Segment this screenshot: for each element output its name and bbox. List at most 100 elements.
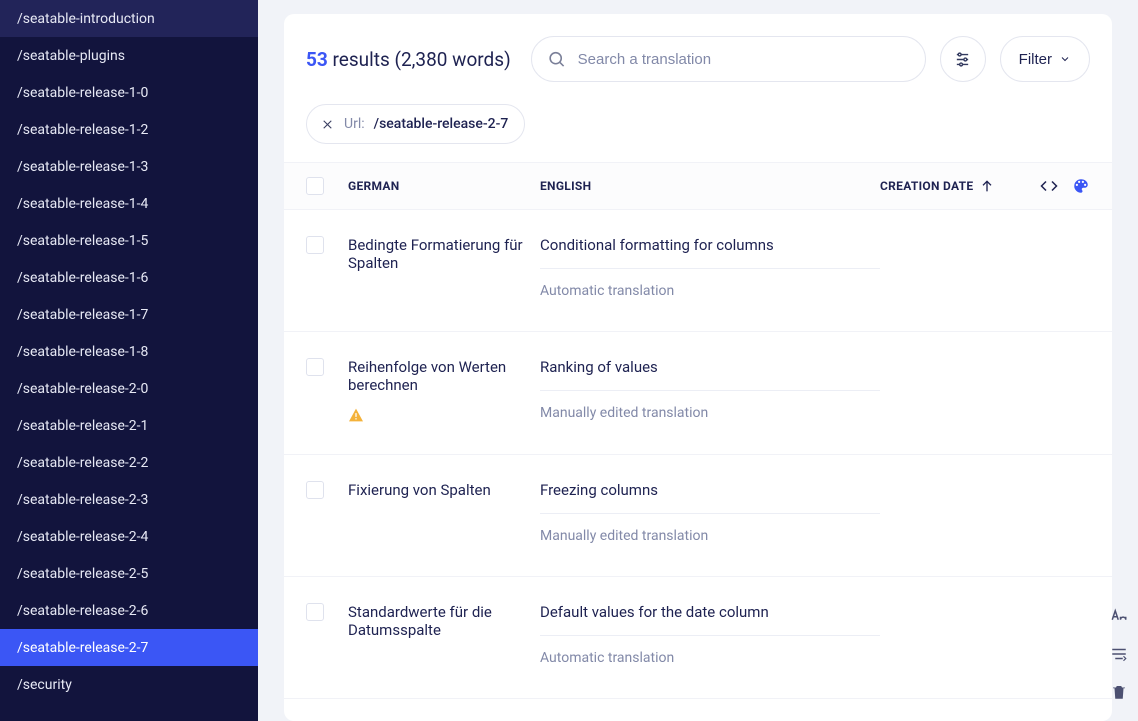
main: 53 results (2,380 words) Filter: [258, 0, 1138, 721]
table-header: GERMAN ENGLISH CREATION DATE: [284, 162, 1112, 210]
target-text: Conditional formatting for columns: [540, 236, 880, 254]
header-top-row: 53 results (2,380 words) Filter: [306, 36, 1090, 82]
results-word: results: [328, 48, 395, 71]
date-cell: [880, 481, 1030, 544]
sidebar-item[interactable]: /seatable-release-1-6: [0, 259, 258, 296]
row-checkbox[interactable]: [306, 236, 324, 254]
row-checkbox[interactable]: [306, 603, 324, 621]
select-all-checkbox[interactable]: [306, 177, 324, 195]
palette-icon[interactable]: [1072, 177, 1090, 195]
filter-button[interactable]: Filter: [1000, 36, 1090, 82]
row-actions: [1030, 481, 1090, 544]
search-wrapper: [531, 36, 926, 82]
date-cell: [880, 236, 1030, 299]
chip-remove-button[interactable]: [319, 116, 335, 132]
align-button[interactable]: [1106, 641, 1132, 667]
floating-actions: [1106, 603, 1132, 705]
translation-status: Manually edited translation: [540, 528, 880, 544]
search-input[interactable]: [531, 36, 926, 82]
target-cell: Default values for the date column Autom…: [540, 603, 880, 666]
sidebar-item[interactable]: /seatable-release-1-4: [0, 185, 258, 222]
sidebar-item[interactable]: /seatable-release-1-3: [0, 148, 258, 185]
sidebar-item[interactable]: /seatable-release-1-7: [0, 296, 258, 333]
content-card: 53 results (2,380 words) Filter: [284, 14, 1112, 721]
sidebar-item[interactable]: /seatable-release-2-0: [0, 370, 258, 407]
target-cell: Ranking of values Manually edited transl…: [540, 358, 880, 422]
sidebar-item[interactable]: /seatable-release-2-4: [0, 518, 258, 555]
card-header: 53 results (2,380 words) Filter: [284, 14, 1112, 162]
sidebar-item[interactable]: /seatable-release-1-2: [0, 111, 258, 148]
row-actions: [1030, 603, 1090, 666]
row-actions: [1030, 358, 1090, 422]
chip-label: Url:: [344, 116, 365, 132]
sidebar-item[interactable]: /seatable-release-2-7: [0, 629, 258, 666]
sidebar-item[interactable]: /seatable-release-2-1: [0, 407, 258, 444]
translation-status: Manually edited translation: [540, 405, 880, 421]
table-row[interactable]: Bedingte Formatierung für Spalten Condit…: [284, 210, 1112, 332]
settings-button[interactable]: [940, 36, 986, 82]
date-cell: [880, 358, 1030, 422]
col-date[interactable]: CREATION DATE: [880, 178, 1030, 194]
sidebar-item[interactable]: /seatable-release-2-6: [0, 592, 258, 629]
divider: [540, 268, 880, 269]
table-row[interactable]: Reihenfolge von Werten berechnen Ranking…: [284, 332, 1112, 455]
source-cell: Reihenfolge von Werten berechnen: [348, 358, 540, 422]
source-text: Standardwerte für die Datumsspalte: [348, 603, 540, 639]
sidebar-item[interactable]: /seatable-release-2-3: [0, 481, 258, 518]
table-row[interactable]: Fixierung von Spalten Freezing columns M…: [284, 455, 1112, 577]
divider: [540, 635, 880, 636]
col-source-label[interactable]: GERMAN: [348, 179, 540, 193]
filter-chip-url: Url: /seatable-release-2-7: [306, 104, 525, 144]
col-checkbox: [306, 177, 348, 195]
code-icon[interactable]: [1040, 177, 1058, 195]
source-text: Reihenfolge von Werten berechnen: [348, 358, 540, 394]
date-cell: [880, 603, 1030, 666]
col-actions: [1030, 177, 1090, 195]
target-text: Freezing columns: [540, 481, 880, 499]
filter-label: Filter: [1019, 51, 1052, 68]
results-words: (2,380 words): [395, 48, 511, 71]
search-icon: [547, 50, 566, 69]
sidebar-item[interactable]: /seatable-introduction: [0, 0, 258, 37]
divider: [540, 390, 880, 391]
row-checkbox[interactable]: [306, 481, 324, 499]
row-check: [306, 358, 348, 422]
sidebar-item[interactable]: /seatable-release-1-8: [0, 333, 258, 370]
source-text: Bedingte Formatierung für Spalten: [348, 236, 540, 272]
sort-asc-icon: [979, 178, 995, 194]
target-text: Ranking of values: [540, 358, 880, 376]
results-count: 53: [306, 48, 328, 71]
warning-icon: [348, 408, 364, 422]
sidebar-item[interactable]: /seatable-release-2-5: [0, 555, 258, 592]
row-actions: [1030, 236, 1090, 299]
chip-value: /seatable-release-2-7: [374, 116, 509, 132]
target-text: Default values for the date column: [540, 603, 880, 621]
source-cell: Bedingte Formatierung für Spalten: [348, 236, 540, 299]
active-filters: Url: /seatable-release-2-7: [306, 104, 1090, 144]
results-summary: 53 results (2,380 words): [306, 48, 511, 71]
delete-button[interactable]: [1106, 679, 1132, 705]
sidebar-item[interactable]: /seatable-release-1-0: [0, 74, 258, 111]
target-cell: Conditional formatting for columns Autom…: [540, 236, 880, 299]
sidebar-item[interactable]: /security: [0, 666, 258, 703]
col-target-label[interactable]: ENGLISH: [540, 179, 880, 193]
text-style-button[interactable]: [1106, 603, 1132, 629]
row-check: [306, 481, 348, 544]
sidebar: /seatable-introduction/seatable-plugins/…: [0, 0, 258, 721]
sidebar-item[interactable]: /seatable-plugins: [0, 37, 258, 74]
table-rows: Bedingte Formatierung für Spalten Condit…: [284, 210, 1112, 721]
target-cell: Freezing columns Manually edited transla…: [540, 481, 880, 544]
source-cell: Standardwerte für die Datumsspalte: [348, 603, 540, 666]
translation-status: Automatic translation: [540, 650, 880, 666]
row-check: [306, 236, 348, 299]
translation-status: Automatic translation: [540, 283, 880, 299]
row-checkbox[interactable]: [306, 358, 324, 376]
sidebar-item[interactable]: /seatable-release-2-2: [0, 444, 258, 481]
divider: [540, 513, 880, 514]
source-cell: Fixierung von Spalten: [348, 481, 540, 544]
sidebar-item[interactable]: /seatable-release-1-5: [0, 222, 258, 259]
source-text: Fixierung von Spalten: [348, 481, 491, 499]
table-row[interactable]: Standardwerte für die Datumsspalte Defau…: [284, 577, 1112, 699]
row-check: [306, 603, 348, 666]
chevron-down-icon: [1059, 53, 1071, 65]
